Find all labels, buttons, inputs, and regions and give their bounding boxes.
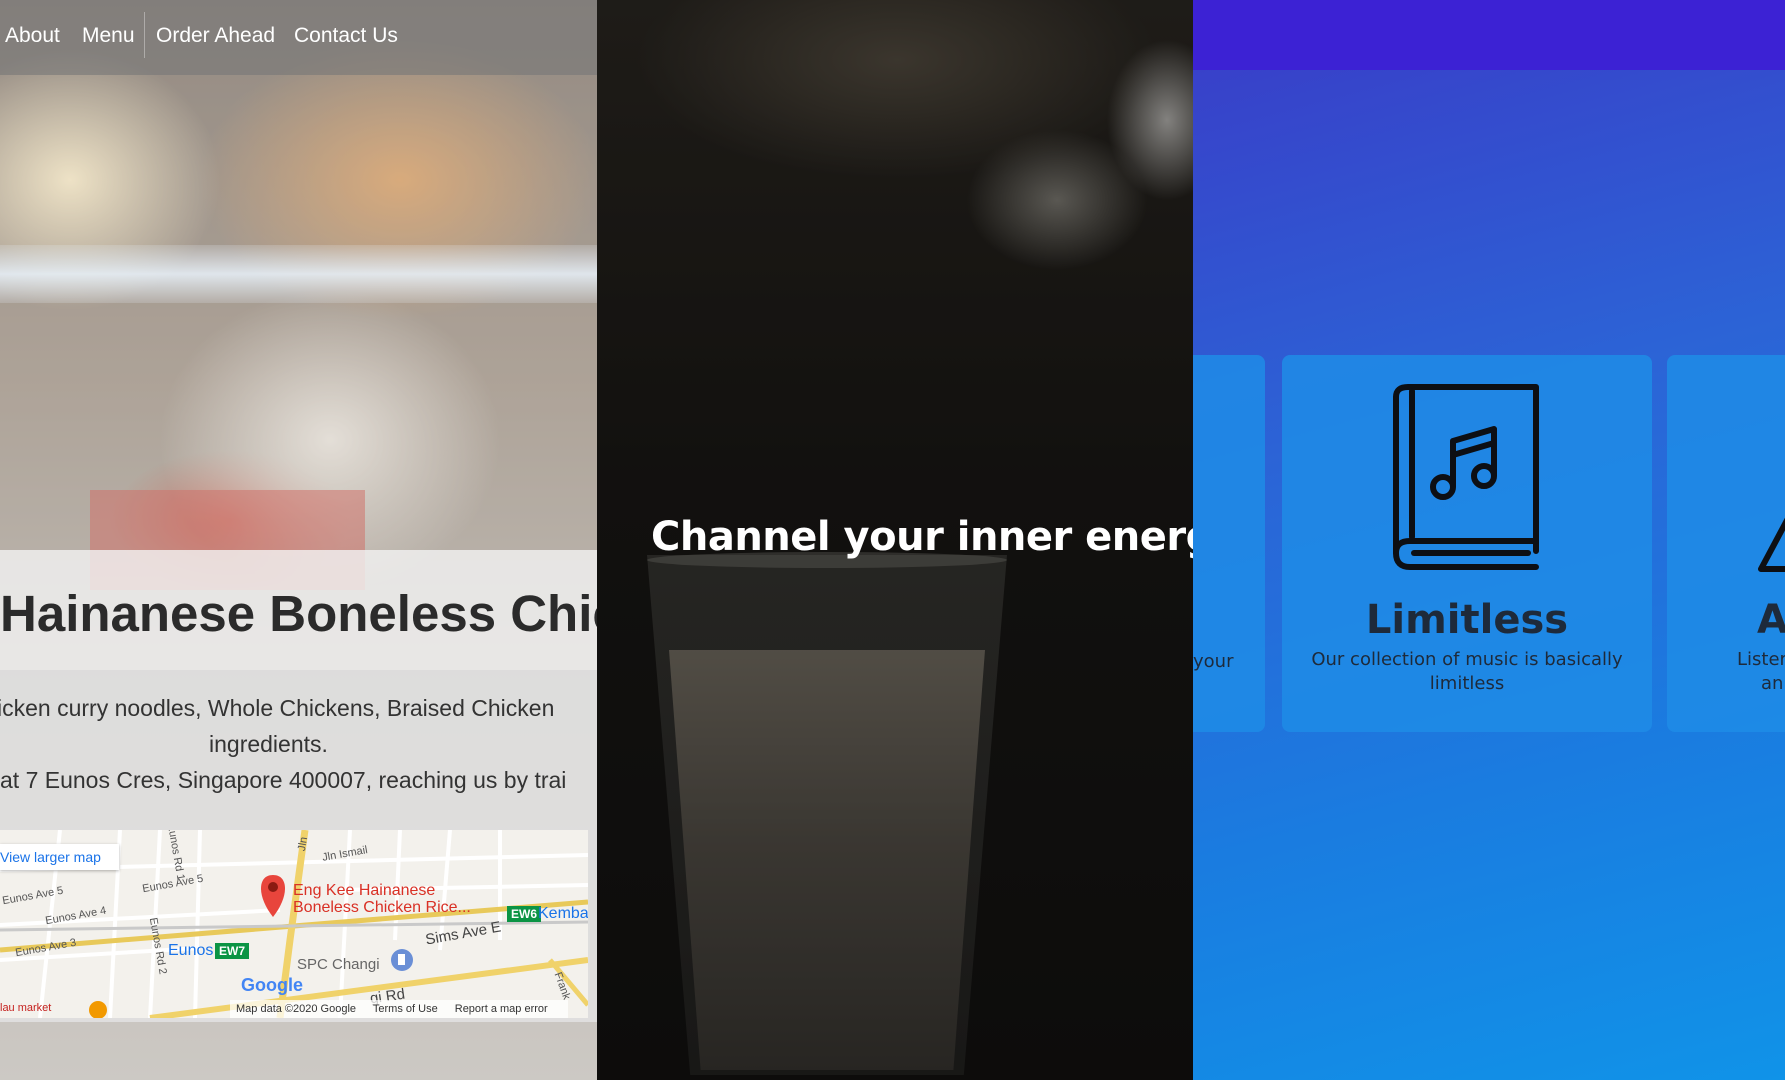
hero-headline: Channel your inner energy — [651, 514, 1193, 560]
map-street-label: lau market — [0, 1002, 52, 1014]
nav-divider — [144, 12, 145, 58]
view-larger-map-link[interactable]: View larger map — [0, 844, 119, 870]
description-line-2: ingredients. — [209, 731, 328, 757]
map-report-error-link[interactable]: Report a map error — [455, 1003, 548, 1015]
nav-link-about[interactable]: About — [5, 24, 60, 48]
feature-card-right: A Lister an — [1667, 355, 1785, 732]
map-station-eunos: Eunos — [168, 942, 214, 959]
map-data-attribution: Map data ©2020 Google — [236, 1003, 357, 1015]
restaurant-icon — [89, 1001, 107, 1018]
restaurant-panel: About Menu Order Ahead Contact Us Hainan… — [0, 0, 597, 1080]
top-bar — [1193, 0, 1785, 70]
feature-card-left: your — [1193, 355, 1265, 732]
map-station-kembangan: Kemba — [538, 905, 588, 922]
description-line-1: icken curry noodles, Whole Chickens, Bra… — [0, 695, 555, 721]
map-place-name-line-1[interactable]: Eng Kee Hainanese — [293, 882, 435, 899]
nav-link-menu[interactable]: Menu — [82, 24, 135, 48]
feature-card-right-text-line-1: Lister — [1737, 649, 1785, 670]
gas-station-icon — [391, 949, 413, 971]
music-book-icon — [1393, 384, 1539, 570]
triangle-icon — [1758, 517, 1785, 572]
map-label-spc-changi: SPC Changi — [297, 956, 380, 973]
page-title: Hainanese Boneless Chick — [0, 585, 597, 642]
map-station-code-ew6: EW6 — [507, 906, 542, 922]
feature-card-title: Limitless — [1365, 597, 1569, 643]
map-station-code-ew7: EW7 — [215, 943, 250, 959]
feature-card-limitless: Limitless Our collection of music is bas… — [1282, 355, 1652, 732]
music-panel: your Limitless Our collection of music i… — [1193, 0, 1785, 1080]
map-terms-link[interactable]: Terms of Use — [373, 1003, 438, 1015]
feature-card-right-text-line-2: an — [1761, 673, 1784, 694]
description-line-3: at 7 Eunos Cres, Singapore 400007, reach… — [0, 767, 567, 793]
nav-link-contact-us[interactable]: Contact Us — [294, 24, 398, 48]
feature-card-left-text: your — [1193, 651, 1234, 672]
coffee-panel: Channel your inner energy — [597, 0, 1193, 1080]
map-footer: Map data ©2020 Google Terms of Use Repor… — [230, 1000, 568, 1018]
feature-card-description: Our collection of music is basically lim… — [1311, 649, 1623, 694]
google-logo: Google — [241, 975, 303, 995]
nav-link-order-ahead[interactable]: Order Ahead — [156, 24, 275, 48]
top-nav: About Menu Order Ahead Contact Us — [0, 0, 597, 75]
map-place-name-line-2[interactable]: Boneless Chicken Rice... — [293, 899, 471, 916]
embedded-map[interactable]: View larger map Eng Kee Hainanese Bonele… — [0, 830, 588, 1018]
map-street-label: Jln — [295, 836, 311, 852]
feature-card-right-title: A — [1757, 597, 1785, 643]
